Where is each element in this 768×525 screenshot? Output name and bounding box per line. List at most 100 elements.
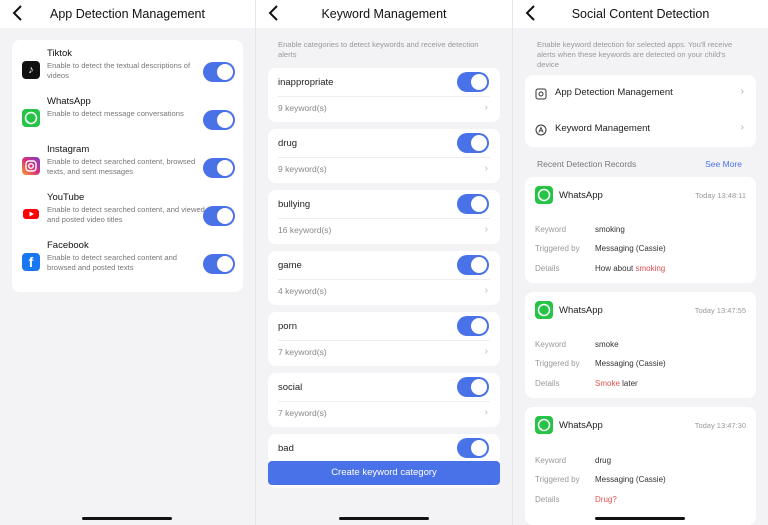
chevron-right-icon: › <box>484 407 488 418</box>
details-highlight: smoking <box>635 264 666 273</box>
home-indicator <box>82 517 172 520</box>
details-value: Smoke later <box>595 379 638 388</box>
chevron-right-icon: › <box>484 346 488 357</box>
record-timestamp: Today 13:47:30 <box>694 421 746 430</box>
app-name: Facebook <box>47 240 89 251</box>
detection-hint: Enable keyword detection for selected ap… <box>537 40 733 69</box>
category-toggle[interactable] <box>457 255 489 275</box>
keyword-value: smoke <box>595 340 619 349</box>
detection-record[interactable]: WhatsApp Today 13:47:55 Keyword smoke Tr… <box>525 292 756 398</box>
keyword-category-card[interactable]: bullying 16 keyword(s) › <box>268 190 500 244</box>
app-description: Enable to detect the textual description… <box>47 61 191 80</box>
detection-record[interactable]: WhatsApp Today 13:47:30 Keyword drug Tri… <box>525 407 756 525</box>
keyword-category-card[interactable]: porn 7 keyword(s) › <box>268 312 500 366</box>
app-name: YouTube <box>47 192 85 203</box>
details-highlight: Drug? <box>595 495 617 504</box>
create-keyword-category-button[interactable]: Create keyword category <box>268 461 500 485</box>
menu-item-app-detection[interactable]: App Detection Management › <box>525 75 756 111</box>
divider <box>278 96 490 97</box>
nav-bar: Social Content Detection <box>513 0 768 28</box>
page-title: Social Content Detection <box>571 7 710 21</box>
keyword-category-card[interactable]: inappropriate 9 keyword(s) › <box>268 68 500 122</box>
details-value: Drug? <box>595 495 617 504</box>
chevron-right-icon: › <box>484 163 488 174</box>
record-app-name: WhatsApp <box>559 305 603 316</box>
settings-menu: App Detection Management › Keyword Manag… <box>525 75 756 147</box>
see-more-link[interactable]: See More <box>705 159 742 169</box>
detection-record[interactable]: WhatsApp Today 13:48:11 Keyword smoking … <box>525 177 756 283</box>
keyword-count: 9 keyword(s) <box>278 164 327 174</box>
menu-label: App Detection Management <box>555 87 673 98</box>
triggered-by-value: Messaging (Cassie) <box>595 244 666 253</box>
app-row-tiktok: ♪ Tiktok Enable to detect the textual de… <box>12 46 243 94</box>
details-label: Details <box>535 379 560 388</box>
keyword-icon <box>535 123 547 136</box>
category-toggle[interactable] <box>457 72 489 92</box>
category-name: bullying <box>278 199 311 210</box>
category-name: bad <box>278 443 294 454</box>
menu-item-keyword-management[interactable]: Keyword Management › <box>525 111 756 147</box>
app-description: Enable to detect searched content, and v… <box>47 205 205 224</box>
app-name: Instagram <box>47 144 90 155</box>
keyword-label: Keyword <box>535 340 567 349</box>
app-row-facebook: f Facebook Enable to detect searched con… <box>12 238 243 286</box>
chevron-right-icon: › <box>740 86 744 97</box>
app-description: Enable to detect searched content, brows… <box>47 157 196 176</box>
details-label: Details <box>535 264 560 273</box>
keyword-category-card[interactable]: game 4 keyword(s) › <box>268 251 500 305</box>
instagram-toggle[interactable] <box>203 158 235 178</box>
record-app-name: WhatsApp <box>559 420 603 431</box>
category-toggle[interactable] <box>457 194 489 214</box>
category-toggle[interactable] <box>457 377 489 397</box>
category-toggle[interactable] <box>457 133 489 153</box>
category-toggle[interactable] <box>457 438 489 458</box>
keyword-label: Keyword <box>535 456 567 465</box>
social-content-detection-screen: Social Content Detection Enable keyword … <box>513 0 768 525</box>
chevron-right-icon: › <box>484 224 488 235</box>
keyword-count: 4 keyword(s) <box>278 286 327 296</box>
youtube-icon <box>22 205 40 223</box>
divider <box>278 279 490 280</box>
details-highlight: Smoke <box>595 379 620 388</box>
details-label: Details <box>535 495 560 504</box>
app-name: WhatsApp <box>47 96 91 107</box>
app-row-whatsapp: WhatsApp Enable to detect message conver… <box>12 94 243 142</box>
keyword-category-card[interactable]: drug 9 keyword(s) › <box>268 129 500 183</box>
keyword-count: 7 keyword(s) <box>278 408 327 418</box>
chevron-right-icon: › <box>484 102 488 113</box>
triggered-by-value: Messaging (Cassie) <box>595 475 666 484</box>
triggered-by-value: Messaging (Cassie) <box>595 359 666 368</box>
home-indicator <box>339 517 429 520</box>
category-toggle[interactable] <box>457 316 489 336</box>
category-name: game <box>278 260 302 271</box>
divider <box>278 157 490 158</box>
app-name: Tiktok <box>47 48 72 59</box>
whatsapp-toggle[interactable] <box>203 110 235 130</box>
keyword-value: smoking <box>595 225 625 234</box>
record-app-name: WhatsApp <box>559 190 603 201</box>
app-detection-screen: App Detection Management ♪ Tiktok Enable… <box>0 0 255 525</box>
tiktok-toggle[interactable] <box>203 62 235 82</box>
records-section-title: Recent Detection Records <box>537 159 637 169</box>
record-timestamp: Today 13:48:11 <box>695 191 746 200</box>
keyword-management-screen: Keyword Management Enable categories to … <box>256 0 512 525</box>
facebook-icon: f <box>22 253 40 271</box>
divider <box>278 218 490 219</box>
app-row-instagram: Instagram Enable to detect searched cont… <box>12 142 243 190</box>
chevron-right-icon: › <box>484 285 488 296</box>
keyword-category-card[interactable]: social 7 keyword(s) › <box>268 373 500 427</box>
keyword-label: Keyword <box>535 225 567 234</box>
whatsapp-icon <box>535 301 553 319</box>
details-text: How about <box>595 264 636 273</box>
app-row-youtube: YouTube Enable to detect searched conten… <box>12 190 243 238</box>
home-indicator <box>595 517 685 520</box>
record-timestamp: Today 13:47:55 <box>694 306 746 315</box>
whatsapp-icon <box>535 186 553 204</box>
youtube-toggle[interactable] <box>203 206 235 226</box>
facebook-toggle[interactable] <box>203 254 235 274</box>
triggered-by-label: Triggered by <box>535 244 580 253</box>
keyword-count: 16 keyword(s) <box>278 225 332 235</box>
divider <box>278 401 490 402</box>
category-name: social <box>278 382 303 393</box>
category-name: inappropriate <box>278 77 334 88</box>
